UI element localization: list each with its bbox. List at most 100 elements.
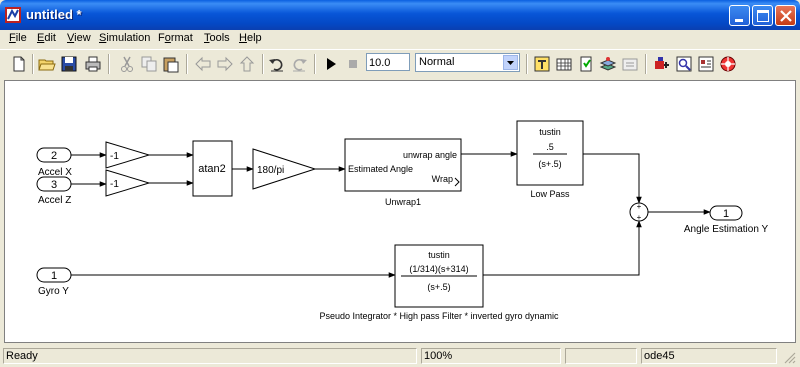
save-icon[interactable] — [60, 55, 78, 73]
back-icon[interactable] — [194, 55, 212, 73]
outport-number: 1 — [723, 208, 729, 220]
open-icon[interactable] — [38, 55, 56, 73]
inport-gyro-y-label: Gyro Y — [38, 286, 69, 297]
status-message: Ready — [3, 348, 417, 364]
menu-view[interactable]: View — [67, 32, 91, 44]
status-pane-empty — [565, 348, 637, 364]
minimize-icon — [735, 19, 743, 22]
chevron-down-icon — [507, 61, 514, 65]
stop-time-input[interactable]: 10.0 — [366, 53, 410, 71]
minimize-button[interactable] — [729, 5, 750, 26]
menu-file-rest: ile — [15, 32, 27, 44]
inport-gyro-y-number: 1 — [51, 270, 57, 282]
library-browser-icon[interactable] — [599, 55, 617, 73]
toolbar-separator — [186, 54, 188, 74]
menu-simulation[interactable]: Simulation — [99, 32, 150, 44]
maximize-icon — [757, 10, 769, 22]
menu-view-rest: iew — [74, 32, 91, 44]
toolbar-separator — [526, 54, 528, 74]
inport-accel-z-number: 3 — [51, 179, 57, 191]
paste-icon[interactable] — [162, 55, 180, 73]
menu-bar: File Edit View Simulation Format Tools H… — [0, 30, 800, 48]
simulink-window: untitled * File Edit View Simulation For… — [0, 0, 800, 367]
sum-sign-2: + — [637, 213, 642, 222]
pseudo-integrator-block[interactable]: tustin (1/314)(s+314) (s+.5) — [394, 244, 484, 308]
low-pass-filter-block[interactable]: tustin .5 (s+.5) — [516, 120, 584, 186]
simulation-mode-select[interactable]: Normal — [415, 53, 520, 72]
undo-icon[interactable] — [268, 55, 286, 73]
forward-icon[interactable] — [216, 55, 234, 73]
signal-line[interactable] — [583, 153, 642, 204]
update-icon[interactable] — [555, 55, 573, 73]
unwrap-input-port-label: Estimated Angle — [348, 164, 413, 174]
accel-icon[interactable] — [675, 55, 693, 73]
unwrap-output-port2-label: Wrap — [432, 174, 453, 184]
start-icon[interactable] — [322, 55, 340, 73]
profiler-icon[interactable] — [697, 55, 715, 73]
menu-file[interactable]: File — [9, 32, 27, 44]
up-icon[interactable] — [238, 55, 256, 73]
toolbar: 10.0 Normal — [0, 49, 800, 78]
gain-block-x[interactable]: -1 — [105, 141, 151, 169]
low-pass-method: tustin — [539, 127, 561, 137]
solver-name: ode45 — [641, 348, 777, 364]
inport-accel-z[interactable]: 3 — [36, 176, 72, 192]
close-button[interactable] — [775, 5, 796, 26]
atan2-block[interactable]: atan2 — [192, 140, 233, 197]
toolbar-separator — [314, 54, 316, 74]
menu-format[interactable]: Format — [158, 32, 193, 44]
status-bar: Ready 100% ode45 — [0, 346, 800, 367]
model-canvas[interactable]: 2 Accel X 3 Accel Z -1 -1 atan2 180/pi E… — [4, 80, 796, 343]
sum-sign-1: + — [637, 202, 642, 211]
atan2-label: atan2 — [198, 163, 226, 175]
cut-icon[interactable] — [118, 55, 136, 73]
rad-to-deg-gain-block[interactable]: 180/pi — [252, 148, 317, 190]
menu-help-rest: elp — [246, 32, 262, 44]
menu-file-key: F — [9, 32, 16, 44]
stop-icon[interactable] — [344, 55, 362, 73]
outport-label: Angle Estimation Y — [684, 224, 769, 235]
pseudo-numerator: (1/314)(s+314) — [409, 264, 468, 274]
unwrap-subsystem-block[interactable]: Estimated Angle unwrap angle Wrap — [344, 138, 462, 192]
explorer-icon[interactable] — [577, 55, 595, 73]
menu-tools[interactable]: Tools — [204, 32, 230, 44]
menu-tools-rest: ools — [209, 32, 230, 44]
title-bar[interactable]: untitled * — [0, 0, 800, 30]
simulink-app-icon — [5, 7, 21, 23]
menu-edit[interactable]: Edit — [37, 32, 56, 44]
gain-x-value: -1 — [110, 151, 119, 162]
inport-gyro-y[interactable]: 1 — [36, 267, 72, 283]
debugger-icon[interactable] — [653, 55, 671, 73]
copy-icon[interactable] — [140, 55, 158, 73]
inport-accel-x-number: 2 — [51, 150, 57, 162]
inport-accel-x[interactable]: 2 — [36, 147, 72, 163]
outport-angle-estimation[interactable]: 1 — [709, 205, 743, 221]
toolbar-separator — [108, 54, 110, 74]
inport-accel-x-label: Accel X — [38, 167, 72, 178]
gain-block-z[interactable]: -1 — [105, 169, 151, 197]
gain-z-value: -1 — [110, 179, 119, 190]
simulation-mode-value: Normal — [419, 56, 455, 68]
redo-icon[interactable] — [290, 55, 308, 73]
signal-manager-icon[interactable] — [719, 55, 737, 73]
maximize-button[interactable] — [752, 5, 773, 26]
menu-edit-rest: dit — [44, 32, 56, 44]
zoom-level: 100% — [421, 348, 561, 364]
sum-block[interactable]: + + — [629, 202, 649, 222]
low-pass-denominator: (s+.5) — [538, 159, 561, 169]
low-pass-numerator: .5 — [546, 142, 554, 152]
signal-line[interactable] — [483, 220, 642, 276]
block-diagram: 2 Accel X 3 Accel Z -1 -1 atan2 180/pi E… — [36, 120, 769, 321]
model-explorer-icon[interactable] — [621, 55, 639, 73]
rad-to-deg-gain-value: 180/pi — [257, 165, 284, 176]
resize-grip-icon[interactable] — [782, 350, 796, 364]
toolbar-separator — [32, 54, 34, 74]
low-pass-block-name: Low Pass — [530, 189, 570, 199]
new-icon[interactable] — [10, 55, 28, 73]
menu-help[interactable]: Help — [239, 32, 262, 44]
build-icon[interactable] — [533, 55, 551, 73]
menu-help-key: H — [239, 32, 247, 44]
print-icon[interactable] — [84, 55, 102, 73]
dropdown-arrow-icon[interactable] — [503, 55, 518, 70]
unwrap-block-name: Unwrap1 — [385, 197, 421, 207]
